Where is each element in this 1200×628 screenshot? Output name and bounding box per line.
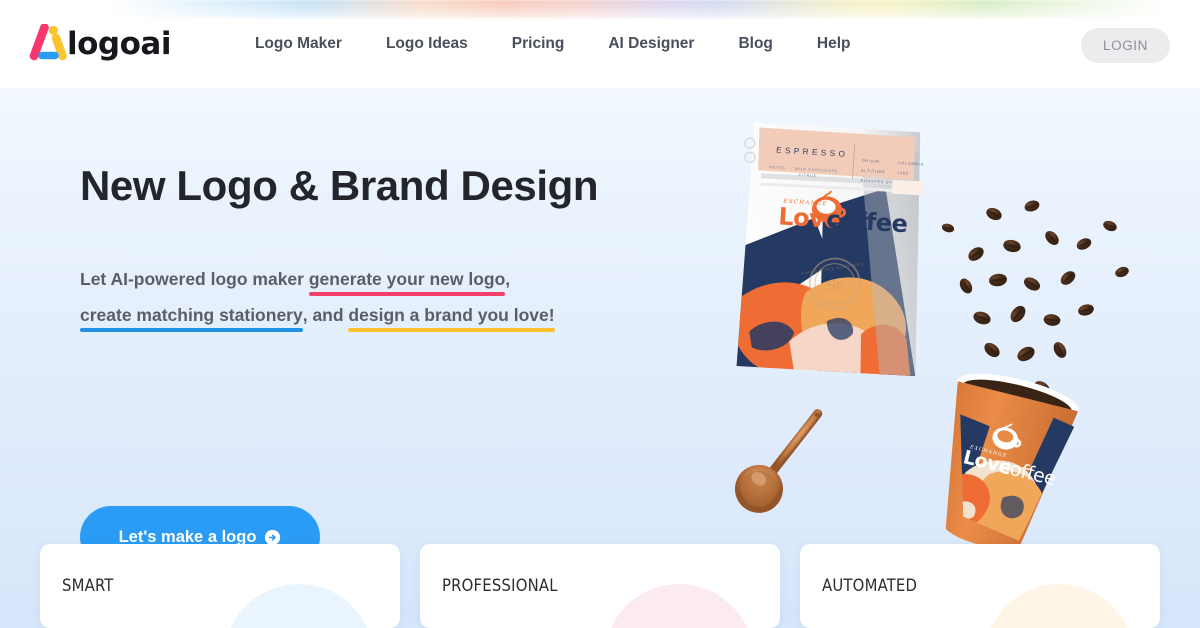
feature-card-automated[interactable]: AUTOMATED [800,544,1160,628]
hero-link-generate-logo[interactable]: generate your new logo [309,269,505,289]
site-header: logoai Logo Maker Logo Ideas Pricing AI … [0,0,1200,88]
nav-item-blog[interactable]: Blog [716,27,794,61]
hero-sub-text-1: Let AI-powered logo maker [80,269,309,290]
nav-item-ai-designer[interactable]: AI Designer [586,27,716,61]
coffee-bag: Sc FINE COFFEE ROASTERS BEAN TO THE BREW… [719,122,925,390]
login-button[interactable]: LOGIN [1080,28,1170,63]
landing-page: logoai Logo Maker Logo Ideas Pricing AI … [0,0,1200,628]
svg-text:CITRUS: CITRUS [799,173,817,178]
bag-espresso-label: ESPRESSO [776,146,849,159]
svg-text:coffee: coffee [825,205,908,238]
falling-coffee-beans [941,200,1129,395]
svg-text:ORIGIN: ORIGIN [862,159,881,164]
coffee-brand-mockup-artwork: Sc FINE COFFEE ROASTERS BEAN TO THE BREW… [680,88,1200,572]
svg-text:ROASTED BY: ROASTED BY [860,179,893,185]
hero-copy: New Logo & Brand Design Let AI-powered l… [80,162,680,333]
hero-sub-text-3: , and [302,305,349,326]
feature-card-professional[interactable]: PROFESSIONAL [420,544,780,628]
brand-logo[interactable]: logoai [28,24,171,64]
arrow-circle-right-icon [264,529,281,546]
logoai-triangle-mark-icon [28,24,70,64]
feature-cards-row: SMART PROFESSIONAL AUTOMATED [0,544,1200,628]
hero-section: New Logo & Brand Design Let AI-powered l… [0,88,1200,572]
nav-item-pricing[interactable]: Pricing [490,27,587,61]
feature-card-title: SMART [62,576,114,595]
svg-text:NOTES: NOTES [769,165,786,170]
feature-card-title: AUTOMATED [822,576,918,595]
svg-text:coffee: coffee [998,455,1058,490]
feature-card-title: PROFESSIONAL [442,576,558,595]
svg-text:FINE COFFEE ROASTERS: FINE COFFEE ROASTERS [801,262,864,276]
nav-item-logo-maker[interactable]: Logo Maker [241,27,364,61]
svg-text:BEAN TO THE BREW: BEAN TO THE BREW [813,297,864,309]
bag-seal-text: Sc [825,276,845,295]
nav-item-help[interactable]: Help [795,27,873,61]
feature-card-smart[interactable]: SMART [40,544,400,628]
svg-text:MILK CHOCOLATE: MILK CHOCOLATE [795,167,838,174]
hero-subtitle: Let AI-powered logo maker generate your … [80,261,640,333]
svg-text:ALTITUDE: ALTITUDE [861,169,886,174]
main-navigation: Logo Maker Logo Ideas Pricing AI Designe… [241,27,873,61]
svg-text:EXCHANGE: EXCHANGE [782,199,828,208]
copper-coffee-scoop [734,409,823,513]
nav-item-logo-ideas[interactable]: Logo Ideas [364,27,490,61]
page-title: New Logo & Brand Design [80,162,599,209]
svg-text:EXCHANGE: EXCHANGE [968,444,1007,459]
coffee-cup: EXCHANGE Love coffee [937,373,1080,549]
hero-link-design-brand[interactable]: design a brand you love! [348,305,554,325]
svg-text:1450: 1450 [897,171,909,176]
svg-text:Love: Love [778,202,842,234]
brand-wordmark: logoai [67,26,171,62]
hero-link-matching-stationery[interactable]: create matching stationery [80,305,303,325]
hero-sub-text-2: , [505,269,511,290]
svg-text:COLOMBIA: COLOMBIA [897,161,924,167]
svg-text:Love: Love [961,446,1014,479]
